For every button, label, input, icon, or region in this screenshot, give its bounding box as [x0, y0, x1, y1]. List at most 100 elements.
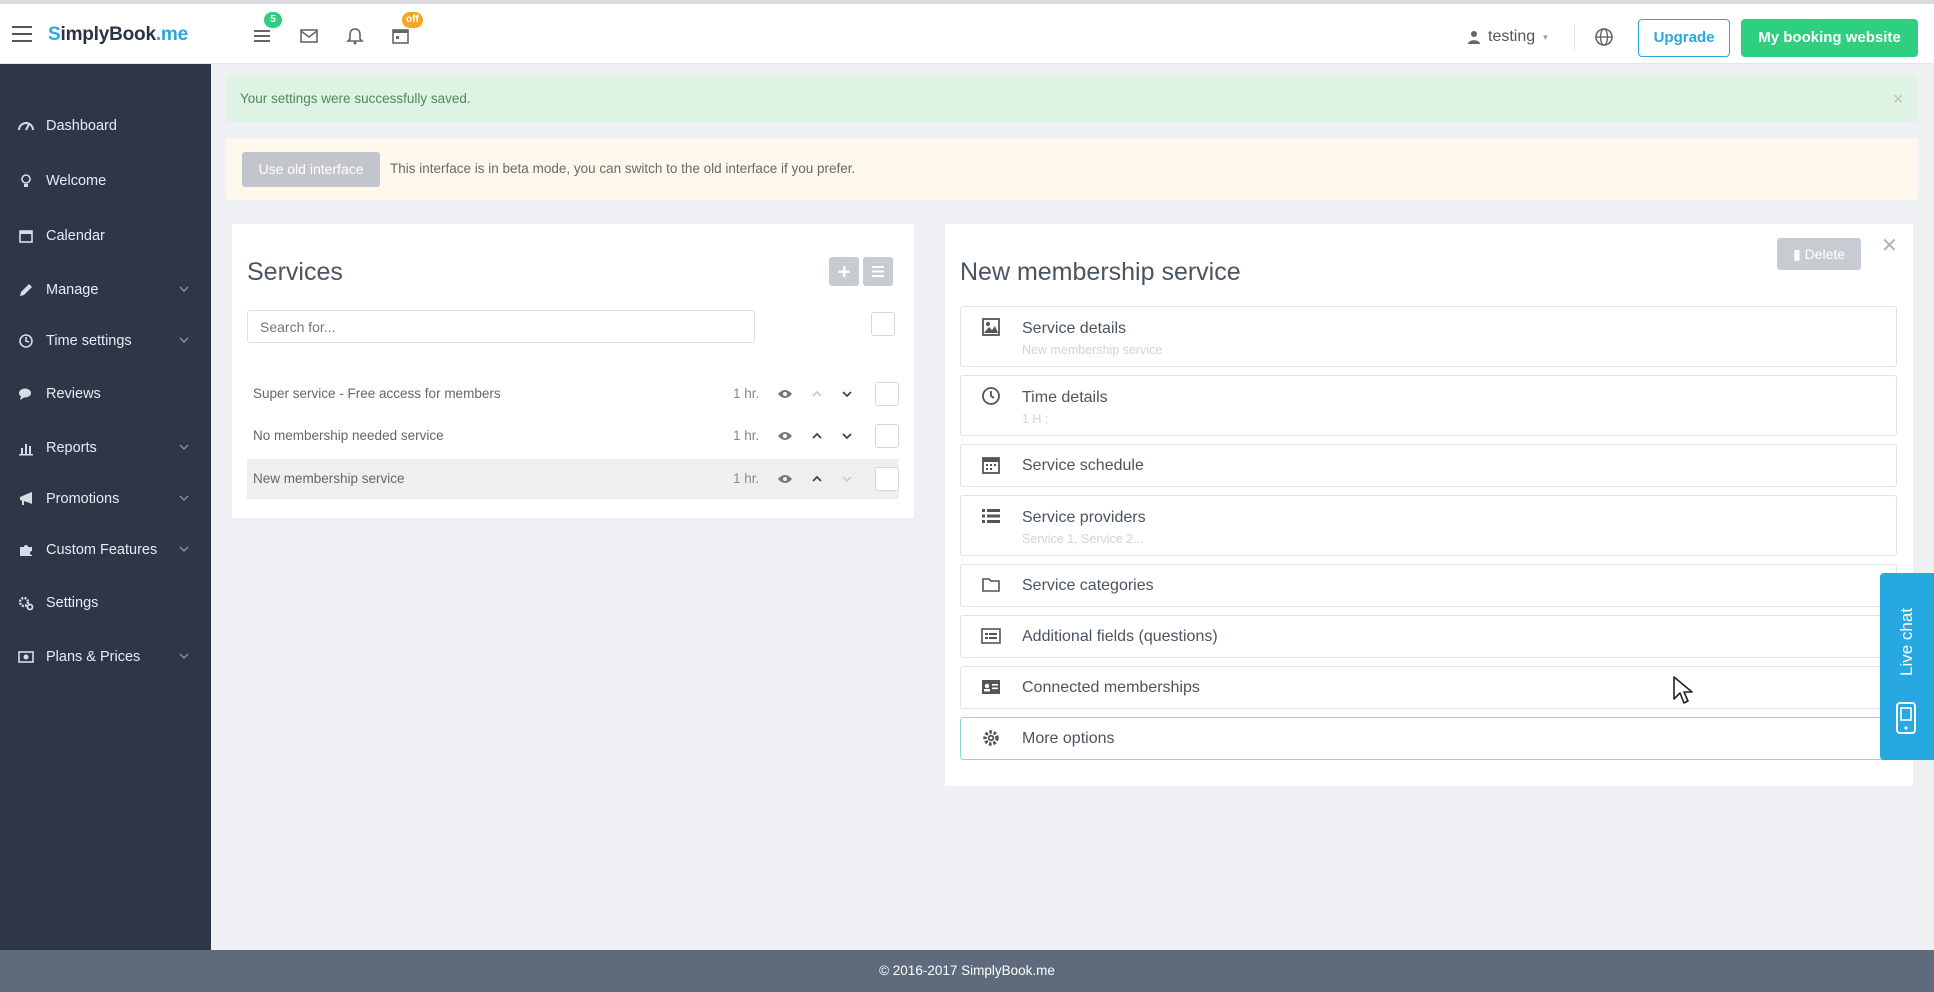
section-label: Connected memberships: [1022, 679, 1200, 696]
bar-chart-icon: [19, 444, 33, 456]
sidebar-item-calendar[interactable]: Calendar: [0, 216, 211, 256]
username: testing: [1488, 28, 1536, 45]
sidebar-item-label: Time settings: [46, 333, 132, 349]
chevron-down-icon: [179, 495, 189, 501]
list-view-button[interactable]: [863, 257, 893, 286]
service-row[interactable]: Super service - Free access for members …: [247, 374, 899, 414]
move-down-icon[interactable]: [841, 473, 853, 485]
sidebar-item-label: Calendar: [46, 228, 105, 244]
tasks-icon[interactable]: 5: [252, 12, 282, 46]
cogs-icon: [18, 596, 34, 611]
section-more-options[interactable]: More options: [960, 717, 1897, 760]
add-service-button[interactable]: [829, 257, 859, 286]
section-service-schedule[interactable]: Service schedule: [960, 444, 1897, 487]
trash-icon: ▮: [1792, 246, 1805, 262]
section-connected-memberships[interactable]: Connected memberships: [960, 666, 1897, 709]
sidebar-item-reviews[interactable]: Reviews: [0, 374, 211, 414]
service-name: New membership service: [253, 471, 405, 486]
sidebar-item-custom-features[interactable]: Custom Features: [0, 530, 211, 570]
id-card-icon: [982, 680, 1000, 694]
sidebar-item-welcome[interactable]: Welcome: [0, 161, 211, 201]
service-row[interactable]: No membership needed service 1 hr.: [247, 416, 899, 456]
sidebar-item-label: Reviews: [46, 386, 101, 402]
top-bar: SimplyBook.me 5 off testing ▾ Upgrade My…: [0, 0, 1934, 64]
services-panel: Services Super service - Free access for…: [232, 224, 914, 518]
logo-tld: .me: [155, 24, 188, 45]
delete-label: Delete: [1804, 246, 1846, 262]
service-name: Super service - Free access for members: [253, 386, 501, 401]
move-down-icon[interactable]: [841, 430, 853, 442]
sidebar-item-dashboard[interactable]: Dashboard: [0, 106, 211, 146]
sidebar-item-label: Reports: [46, 440, 97, 456]
pencil-icon: [20, 284, 32, 296]
section-subtitle: Service 1, Service 2...: [1022, 532, 1144, 546]
caret-down-icon: ▾: [1543, 31, 1548, 42]
service-row-selected[interactable]: New membership service 1 hr.: [247, 459, 899, 499]
section-time-details[interactable]: Time details 1 H :: [960, 375, 1897, 436]
row-checkbox[interactable]: [875, 467, 899, 491]
section-service-providers[interactable]: Service providers Service 1, Service 2..…: [960, 495, 1897, 556]
move-up-icon[interactable]: [811, 473, 823, 485]
section-service-details[interactable]: Service details New membership service: [960, 306, 1897, 367]
section-service-categories[interactable]: Service categories: [960, 564, 1897, 607]
divider: [1574, 24, 1575, 50]
bell-icon[interactable]: [344, 26, 366, 46]
use-old-interface-button[interactable]: Use old interface: [242, 152, 380, 187]
beta-message: This interface is in beta mode, you can …: [390, 161, 856, 176]
globe-icon[interactable]: [1594, 27, 1614, 47]
sidebar-item-label: Promotions: [46, 491, 120, 507]
lightbulb-icon: [21, 174, 31, 187]
section-label: Service categories: [1022, 577, 1154, 594]
sidebar-item-label: Dashboard: [46, 118, 117, 134]
clock-icon: [19, 334, 33, 348]
chevron-down-icon: [179, 546, 189, 552]
service-search-input[interactable]: [247, 310, 755, 343]
move-down-icon[interactable]: [841, 388, 853, 400]
puzzle-icon: [20, 545, 32, 556]
section-label: Service providers: [1022, 509, 1146, 526]
row-checkbox[interactable]: [875, 382, 899, 406]
footer: © 2016-2017 SimplyBook.me: [0, 950, 1934, 992]
row-checkbox[interactable]: [875, 424, 899, 448]
success-message: Your settings were successfully saved.: [240, 91, 471, 106]
calendar-offers-icon[interactable]: off: [390, 12, 423, 46]
chat-phone-icon: [1896, 702, 1916, 734]
sidebar-item-time-settings[interactable]: Time settings: [0, 321, 211, 361]
move-up-icon[interactable]: [811, 430, 823, 442]
my-booking-website-button[interactable]: My booking website: [1741, 19, 1918, 57]
section-label: Time details: [1022, 389, 1108, 406]
section-additional-fields[interactable]: Additional fields (questions): [960, 615, 1897, 658]
close-panel-icon[interactable]: ✕: [1881, 236, 1898, 256]
live-chat-tab[interactable]: Live chat: [1880, 573, 1934, 760]
close-alert-icon[interactable]: ✕: [1892, 76, 1904, 122]
chevron-down-icon: [179, 653, 189, 659]
service-duration: 1 hr.: [733, 428, 760, 443]
upgrade-button[interactable]: Upgrade: [1638, 19, 1730, 57]
sidebar-item-plans-prices[interactable]: Plans & Prices: [0, 637, 211, 677]
footer-copyright: © 2016-2017 SimplyBook.me: [879, 963, 1055, 978]
live-chat-label: Live chat: [1897, 607, 1916, 676]
brand-logo[interactable]: SimplyBook.me: [48, 24, 188, 46]
sidebar-item-manage[interactable]: Manage: [0, 270, 211, 310]
delete-button[interactable]: ▮ Delete: [1777, 238, 1861, 270]
user-menu[interactable]: testing ▾: [1460, 22, 1560, 52]
services-title: Services: [247, 258, 343, 286]
clock-icon: [982, 387, 1000, 405]
sidebar-item-label: Welcome: [46, 173, 107, 189]
select-all-checkbox[interactable]: [871, 312, 895, 336]
visibility-eye-icon[interactable]: [777, 473, 793, 485]
visibility-eye-icon[interactable]: [777, 388, 793, 400]
sidebar-item-promotions[interactable]: Promotions: [0, 479, 211, 519]
section-label: Service schedule: [1022, 457, 1144, 474]
image-icon: [982, 318, 1000, 336]
hamburger-menu-icon[interactable]: [12, 26, 32, 42]
success-alert: Your settings were successfully saved. ✕: [226, 76, 1918, 122]
beta-notice: Use old interface This interface is in b…: [226, 138, 1918, 200]
chevron-down-icon: [179, 337, 189, 343]
bullhorn-icon: [20, 492, 32, 505]
visibility-eye-icon[interactable]: [777, 430, 793, 442]
sidebar-item-reports[interactable]: Reports: [0, 428, 211, 468]
sidebar-item-settings[interactable]: Settings: [0, 583, 211, 623]
envelope-icon[interactable]: [298, 26, 320, 46]
move-up-icon[interactable]: [811, 388, 823, 400]
